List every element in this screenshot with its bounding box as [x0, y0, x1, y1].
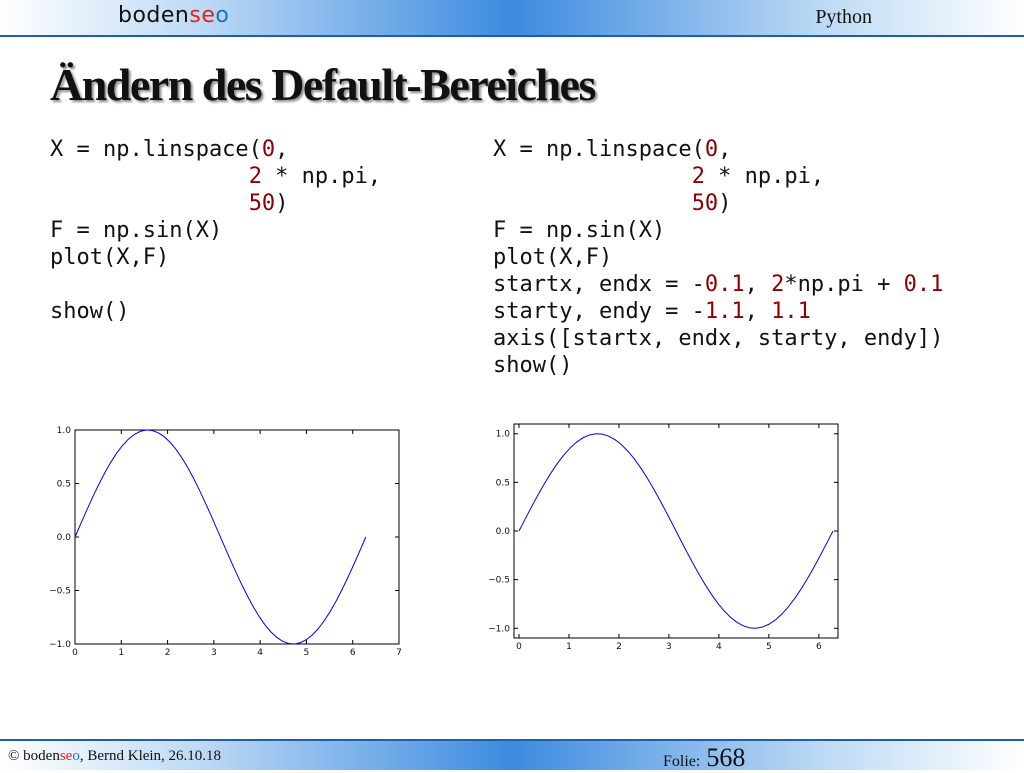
- code-line: startx, endx = -0.1, 2*np.pi + 0.1: [493, 272, 944, 297]
- x-tick-label: 3: [211, 648, 217, 658]
- x-tick-label: 3: [666, 642, 672, 652]
- code-line: axis([startx, endx, starty, endy]): [493, 326, 944, 351]
- code-line: X = np.linspace(0,: [493, 137, 732, 162]
- y-tick-label: 0.5: [57, 480, 71, 490]
- code-line: show(): [493, 353, 573, 378]
- y-tick-label: −0.5: [49, 587, 71, 597]
- x-tick-label: 7: [396, 648, 402, 658]
- code-block-left: X = np.linspace(0, 2 * np.pi, 50) F = np…: [50, 136, 381, 325]
- footer-credit: © bodenseo, Bernd Klein, 26.10.18: [8, 748, 222, 764]
- code-line: F = np.sin(X): [50, 218, 223, 243]
- code-line: F = np.sin(X): [493, 218, 666, 243]
- y-tick-label: 1.0: [496, 430, 511, 440]
- code-line: plot(X,F): [50, 245, 170, 270]
- code-line: show(): [50, 299, 130, 324]
- bodenseo-logo: bodenseo: [118, 3, 230, 28]
- y-tick-label: 0.0: [57, 533, 72, 543]
- code-line: X = np.linspace(0,: [50, 137, 289, 162]
- slide-number: Folie: 568: [663, 743, 746, 772]
- x-tick-label: 6: [816, 642, 822, 652]
- footer-bar: © bodenseo, Bernd Klein, 26.10.18 Folie:…: [0, 739, 1024, 772]
- x-tick-label: 5: [304, 648, 310, 658]
- footer-logo: bodenseo: [23, 748, 80, 764]
- x-tick-label: 1: [566, 642, 572, 652]
- slide-title: Ändern des Default-Bereiches: [50, 59, 596, 110]
- plot-frame: [74, 429, 400, 645]
- sine-plot-left: 0 1 2 3 4 5 6 7 1.0 0.5 0.0 −0.5 −1.0: [49, 426, 402, 658]
- header-bar: bodenseo Python: [0, 0, 1024, 37]
- y-tick-label: −1.0: [488, 624, 510, 634]
- x-tick-label: 2: [165, 648, 171, 658]
- x-tick-label: 4: [257, 648, 263, 658]
- code-line: starty, endy = -1.1, 1.1: [493, 299, 811, 324]
- y-tick-label: 1.0: [57, 426, 72, 436]
- topic-label: Python: [815, 6, 872, 28]
- code-line: 2 * np.pi,: [248, 164, 382, 189]
- y-tick-label: 0.5: [496, 478, 510, 488]
- code-line: 2 * np.pi,: [691, 164, 825, 189]
- code-block-right: X = np.linspace(0, 2 * np.pi, 50) F = np…: [493, 136, 943, 379]
- x-tick-label: 2: [616, 642, 622, 652]
- y-tick-label: 0.0: [496, 527, 511, 537]
- code-line: plot(X,F): [493, 245, 613, 270]
- x-tick-label: 0: [72, 648, 78, 658]
- y-tick-label: −0.5: [488, 576, 510, 586]
- x-tick-label: 4: [716, 642, 722, 652]
- x-tick-label: 0: [516, 642, 522, 652]
- x-tick-label: 5: [766, 642, 772, 652]
- y-tick-label: −1.0: [49, 640, 71, 650]
- sine-plot-right: 0 1 2 3 4 5 6 1.0 0.5 0.0 −0.5 −1.0: [488, 423, 839, 652]
- code-line: 50): [691, 191, 732, 216]
- x-tick-label: 1: [118, 648, 124, 658]
- x-tick-label: 6: [350, 648, 356, 658]
- code-line: 50): [248, 191, 289, 216]
